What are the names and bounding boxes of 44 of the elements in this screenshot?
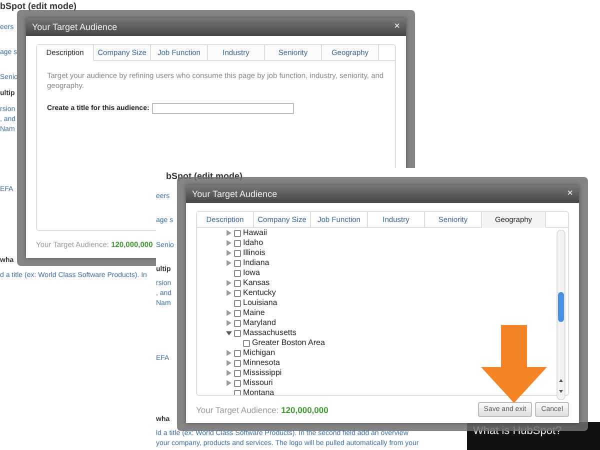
- tree-item-label[interactable]: Montana: [243, 388, 274, 395]
- tree-item-label[interactable]: Idaho: [243, 238, 264, 248]
- tree-item-label[interactable]: Missouri: [243, 378, 273, 388]
- dialog-title: Your Target Audience: [32, 22, 118, 32]
- checkbox[interactable]: [234, 300, 241, 306]
- checkbox[interactable]: [234, 360, 241, 366]
- close-button[interactable]: ×: [394, 22, 400, 32]
- checkbox[interactable]: [234, 320, 241, 326]
- checkbox[interactable]: [234, 380, 241, 386]
- checkbox[interactable]: [234, 270, 241, 276]
- tree-item-label[interactable]: Mississippi: [243, 368, 282, 378]
- tree-item-label[interactable]: Louisiana: [243, 298, 278, 308]
- tree-item-label[interactable]: Minnesota: [243, 358, 280, 368]
- checkbox[interactable]: [243, 340, 250, 346]
- audience-count-text: Your Target Audience: 120,000,000: [196, 404, 328, 414]
- checkbox[interactable]: [234, 260, 241, 266]
- tree-item-label[interactable]: Maryland: [243, 318, 276, 328]
- checkbox[interactable]: [234, 390, 241, 395]
- tree-item-label[interactable]: Indiana: [243, 258, 270, 268]
- tree-item-label[interactable]: Kentucky: [243, 288, 276, 298]
- tree-item-label[interactable]: Maine: [243, 308, 265, 318]
- scrollbar[interactable]: [556, 230, 566, 400]
- down-arrow-icon: [481, 325, 547, 403]
- dialog-title: Your Target Audience: [192, 189, 278, 199]
- checkbox[interactable]: [234, 330, 241, 336]
- checkbox[interactable]: [234, 310, 241, 316]
- tree-item-label[interactable]: Iowa: [243, 268, 260, 278]
- checkbox[interactable]: [234, 280, 241, 286]
- checkbox[interactable]: [234, 240, 241, 246]
- close-button[interactable]: ×: [567, 189, 573, 199]
- page-title: bSpot (edit mode): [0, 1, 76, 11]
- checkbox[interactable]: [234, 350, 241, 356]
- checkbox[interactable]: [234, 230, 241, 236]
- disclosure-triangle-icon[interactable]: [226, 330, 232, 336]
- tree-item-label[interactable]: Massachusetts: [243, 328, 296, 338]
- audience-title-field[interactable]: [152, 102, 294, 114]
- tree-item-label[interactable]: Hawaii: [243, 228, 268, 238]
- checkbox[interactable]: [234, 370, 241, 376]
- tree-item-label[interactable]: Kansas: [243, 278, 270, 288]
- checkbox[interactable]: [234, 250, 241, 256]
- checkbox[interactable]: [234, 290, 241, 296]
- tree-item-label[interactable]: Illinois: [243, 248, 266, 258]
- tree-item-label[interactable]: Michigan: [243, 348, 276, 358]
- tree-item-label[interactable]: Greater Boston Area: [252, 338, 325, 348]
